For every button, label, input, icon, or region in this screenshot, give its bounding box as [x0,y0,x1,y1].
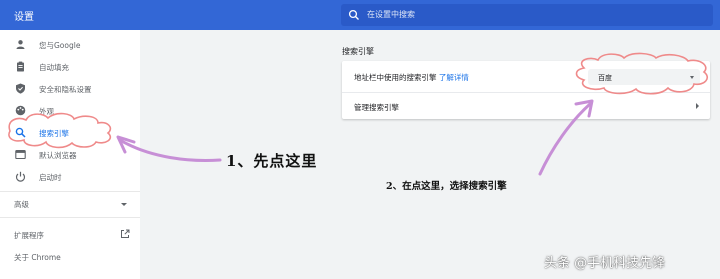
sidebar-item-search-engine[interactable]: 搜索引擎 [0,123,140,143]
sidebar-item-label: 外观 [39,107,54,116]
sidebar-item-privacy-security[interactable]: 安全和隐私设置 [0,79,140,99]
sidebar-item-appearance[interactable]: 外观 [0,101,140,121]
search-placeholder: 在设置中搜索 [367,10,415,19]
search-icon [348,9,359,20]
shield-icon [16,83,25,94]
sidebar-item-you-and-google[interactable]: 您与Google [0,35,140,55]
step1-annotation: 1、先点这里 [226,152,318,170]
person-icon [16,40,25,49]
address-bar-engine-row: 地址栏中使用的搜索引擎 了解详情 [354,72,469,83]
sidebar-item-label: 启动时 [39,173,62,182]
advanced-toggle[interactable]: 高级 [14,199,29,210]
sidebar-item-label: 您与Google [39,41,81,50]
chevron-down-icon [121,203,127,206]
chevron-down-icon [690,76,694,79]
top-bar: 设置 在设置中搜索 [0,0,720,30]
divider [0,191,140,192]
browser-icon [15,149,26,160]
settings-search-input[interactable]: 在设置中搜索 [341,4,713,26]
sidebar-item-on-startup[interactable]: 启动时 [0,167,140,187]
manage-search-engines-row[interactable]: 管理搜索引擎 [354,102,399,113]
learn-more-link[interactable]: 了解详情 [439,73,469,82]
sidebar-item-autofill[interactable]: 自动填充 [0,57,140,77]
chevron-right-icon[interactable] [696,103,699,109]
search-icon [15,127,26,138]
sidebar-item-about-chrome[interactable]: 关于 Chrome [14,252,61,263]
sidebar-item-extensions[interactable]: 扩展程序 [14,230,44,241]
divider [342,92,710,93]
section-title: 搜索引擎 [342,47,374,56]
step2-annotation: 2、在点这里，选择搜索引擎 [386,181,507,192]
sidebar-item-label: 默认浏览器 [39,151,77,160]
search-engine-select-value: 百度 [598,74,612,82]
sidebar-item-label: 安全和隐私设置 [39,85,92,94]
sidebar-item-label: 自动填充 [39,63,69,72]
sidebar: 您与Google 自动填充 安全和隐私设置 外观 搜索引擎 默认浏览器 启动时 … [0,30,140,279]
sidebar-item-label: 搜索引擎 [39,129,69,138]
sidebar-item-default-browser[interactable]: 默认浏览器 [0,145,140,165]
address-bar-engine-label: 地址栏中使用的搜索引擎 [354,73,437,82]
divider [0,217,140,218]
power-icon [15,171,26,182]
watermark: 头条 @手机科技先锋 [544,256,666,271]
clipboard-icon [17,61,24,72]
search-engine-select[interactable]: 百度 [588,69,700,85]
settings-title: 设置 [14,12,34,23]
palette-icon [15,105,26,116]
search-engine-card: 地址栏中使用的搜索引擎 了解详情 百度 管理搜索引擎 [342,61,710,119]
open-in-new-icon [121,229,130,238]
